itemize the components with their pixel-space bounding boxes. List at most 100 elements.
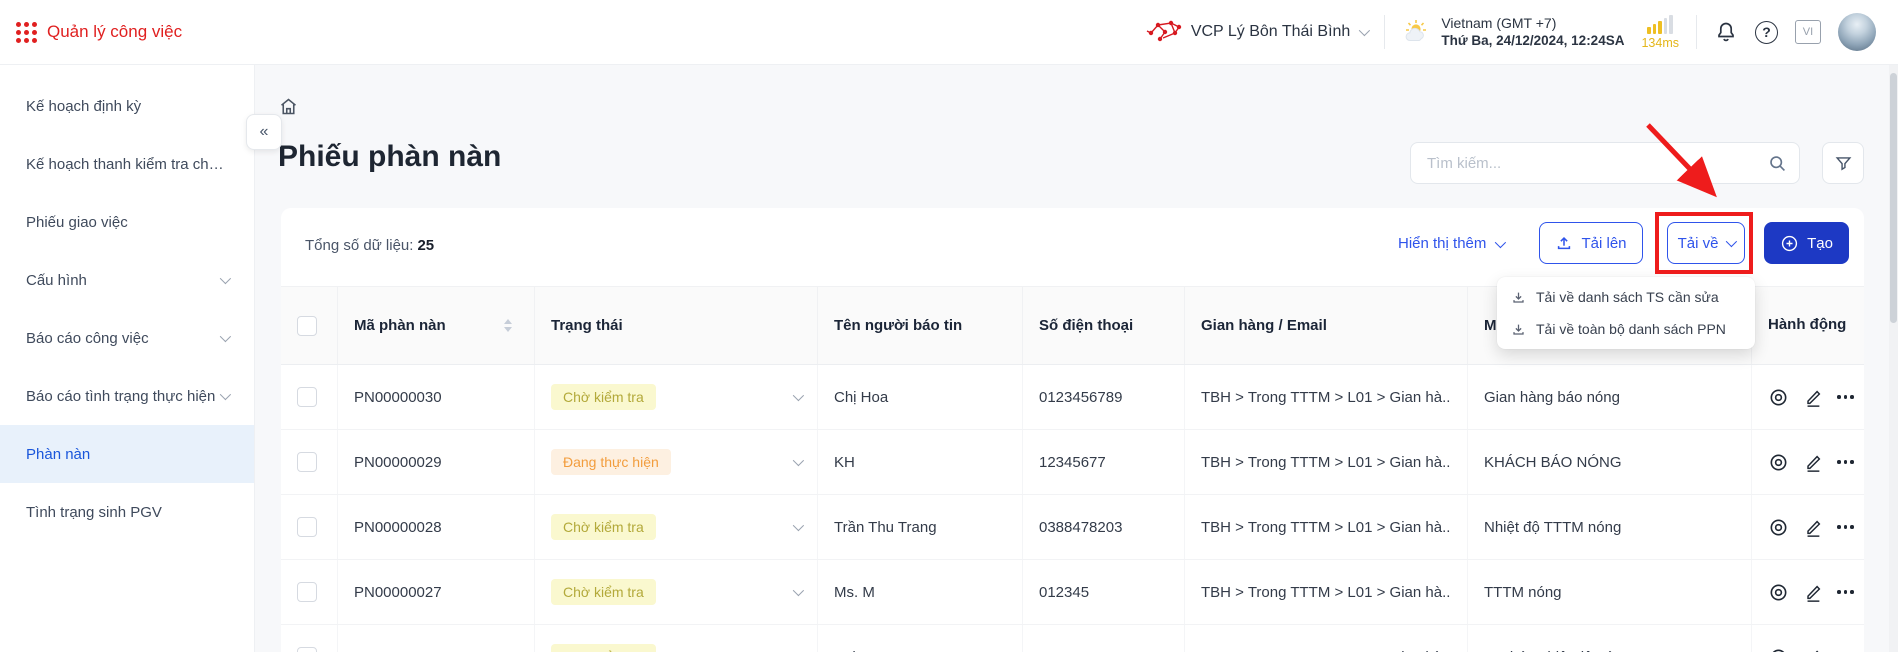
home-icon — [278, 96, 299, 117]
divider — [1696, 15, 1697, 49]
reporter-name: Trần Thu Trang — [834, 519, 937, 536]
complaint-id: PN00000028 — [354, 519, 442, 536]
org-name: VCP Lý Bôn Thái Bình — [1191, 23, 1351, 41]
view-icon[interactable] — [1768, 517, 1789, 538]
more-actions-icon[interactable] — [1837, 521, 1854, 533]
table-toolbar: Tổng số dữ liệu:25 Hiển thị thêm Tải lên… — [281, 208, 1864, 286]
more-actions-icon[interactable] — [1837, 391, 1854, 403]
store-location: TBH > Trong TTTM > L01 > Gian hà... — [1201, 454, 1451, 471]
chevron-down-icon — [220, 389, 231, 400]
status-badge[interactable]: Chờ kiểm tra — [551, 579, 656, 605]
scrollbar-thumb[interactable] — [1890, 73, 1897, 323]
search-input[interactable] — [1425, 154, 1768, 173]
show-more-button[interactable]: Hiển thị thêm — [1392, 234, 1509, 253]
datetime-label: Thứ Ba, 24/12/2024, 12:24SA — [1441, 32, 1624, 50]
sidebar-item-phieu-giao-viec[interactable]: Phiếu giao việc — [0, 193, 254, 251]
bell-icon — [1714, 20, 1738, 44]
edit-icon[interactable] — [1803, 582, 1823, 603]
chevron-down-icon — [1495, 236, 1506, 247]
complaint-description: CH báo nhiệt độ nóng — [1484, 649, 1630, 652]
help-button[interactable]: ? — [1755, 21, 1778, 44]
chevron-down-icon — [1359, 25, 1370, 36]
row-checkbox[interactable] — [297, 452, 317, 472]
chevron-down-icon[interactable] — [793, 390, 804, 401]
col-header-so-dien-thoai: Số điện thoại — [1039, 317, 1133, 334]
view-icon[interactable] — [1768, 647, 1789, 652]
phone-number: 012345 — [1039, 584, 1089, 601]
menu-item-download-ppn[interactable]: Tải về toàn bộ danh sách PPN — [1497, 313, 1755, 345]
view-icon[interactable] — [1768, 387, 1789, 408]
weather-sun-cloud-icon — [1402, 18, 1432, 46]
more-actions-icon[interactable] — [1837, 456, 1854, 468]
scrollbar-track[interactable] — [1889, 65, 1898, 652]
phone-number: 00101000000 — [1039, 649, 1131, 652]
complaint-description: Gian hàng báo nóng — [1484, 389, 1620, 406]
store-location: TBH > Trong TTTM > L01 > Gian hà... — [1201, 389, 1451, 406]
view-icon[interactable] — [1768, 582, 1789, 603]
sidebar-item-ke-hoach-thanh-kiem-tra[interactable]: Kế hoạch thanh kiểm tra chất... — [0, 135, 254, 193]
row-checkbox[interactable] — [297, 387, 317, 407]
app-window: Quản lý công việc VCP Lý Bôn Thái Bình — [0, 0, 1898, 652]
menu-item-download-ts[interactable]: Tải về danh sách TS cần sửa — [1497, 281, 1755, 313]
more-actions-icon[interactable] — [1837, 586, 1854, 598]
sidebar-item-bao-cao-cong-viec[interactable]: Báo cáo công việc — [0, 309, 254, 367]
table-row: PN00000029 Đang thực hiện KH 12345677 TB… — [281, 430, 1864, 495]
divider — [1384, 15, 1385, 49]
edit-icon[interactable] — [1803, 517, 1823, 538]
table-body: PN00000030 Chờ kiểm tra Chị Hoa 01234567… — [281, 365, 1864, 652]
sidebar-item-ke-hoach-dinh-ky[interactable]: Kế hoạch định kỳ — [0, 77, 254, 135]
edit-icon[interactable] — [1803, 647, 1823, 652]
language-toggle[interactable]: VI — [1795, 20, 1821, 44]
view-icon[interactable] — [1768, 452, 1789, 473]
chevron-down-icon — [220, 331, 231, 342]
complaint-id: PN00000026 — [354, 649, 442, 652]
status-badge[interactable]: Chờ kiểm tra — [551, 514, 656, 540]
org-switcher[interactable]: VCP Lý Bôn Thái Bình — [1146, 18, 1368, 46]
notifications-button[interactable] — [1714, 20, 1738, 44]
upload-button[interactable]: Tải lên — [1539, 222, 1643, 264]
select-all-checkbox[interactable] — [297, 316, 317, 336]
chevron-down-icon[interactable] — [793, 585, 804, 596]
sidebar-item-cau-hinh[interactable]: Cấu hình — [0, 251, 254, 309]
apps-grid-icon[interactable] — [16, 22, 37, 43]
row-checkbox[interactable] — [297, 647, 317, 652]
table-row: PN00000026 Chờ kiểm tra Anh A 0010100000… — [281, 625, 1864, 652]
status-badge[interactable]: Chờ kiểm tra — [551, 644, 656, 652]
sidebar-item-tinh-trang-sinh-pgv[interactable]: Tình trạng sinh PGV — [0, 483, 254, 541]
phone-number: 0388478203 — [1039, 519, 1122, 536]
total-count: Tổng số dữ liệu:25 — [305, 237, 434, 254]
row-checkbox[interactable] — [297, 582, 317, 602]
col-header-ma-phan-nan: Mã phàn nàn — [354, 317, 446, 334]
filter-funnel-icon — [1834, 154, 1853, 173]
filter-button[interactable] — [1822, 142, 1864, 184]
total-count-value: 25 — [417, 237, 434, 254]
status-badge[interactable]: Chờ kiểm tra — [551, 384, 656, 410]
avatar[interactable] — [1838, 13, 1876, 51]
app-brand: Quản lý công việc — [16, 22, 182, 43]
download-dropdown-menu: Tải về danh sách TS cần sửa Tải về toàn … — [1497, 277, 1755, 349]
signal-bars-icon — [1647, 14, 1673, 34]
complaint-id: PN00000030 — [354, 389, 442, 406]
download-icon — [1511, 322, 1526, 337]
complaint-description: TTTM nóng — [1484, 584, 1562, 601]
chevron-down-icon[interactable] — [793, 520, 804, 531]
reporter-name: KH — [834, 454, 855, 471]
col-header-trang-thai: Trạng thái — [551, 317, 623, 334]
sidebar-collapse-button[interactable]: « — [246, 114, 282, 150]
sidebar-item-phan-nan[interactable]: Phàn nàn — [0, 425, 254, 483]
edit-icon[interactable] — [1803, 387, 1823, 408]
col-header-ten-nguoi-bao-tin: Tên người báo tin — [834, 317, 962, 334]
chevron-down-icon — [220, 273, 231, 284]
edit-icon[interactable] — [1803, 452, 1823, 473]
complaint-id: PN00000027 — [354, 584, 442, 601]
row-checkbox[interactable] — [297, 517, 317, 537]
create-button[interactable]: Tạo — [1764, 222, 1849, 264]
store-location: TBH > Trong TTTM > L01 > Gian hà... — [1201, 584, 1451, 601]
status-badge[interactable]: Đang thực hiện — [551, 449, 671, 475]
download-button[interactable]: Tải về — [1667, 222, 1745, 264]
chevron-down-icon[interactable] — [793, 455, 804, 466]
sort-icon[interactable] — [504, 319, 518, 332]
table-row: PN00000027 Chờ kiểm tra Ms. M 012345 TBH… — [281, 560, 1864, 625]
search-icon[interactable] — [1768, 154, 1787, 173]
sidebar-item-bao-cao-tinh-trang[interactable]: Báo cáo tình trạng thực hiện — [0, 367, 254, 425]
